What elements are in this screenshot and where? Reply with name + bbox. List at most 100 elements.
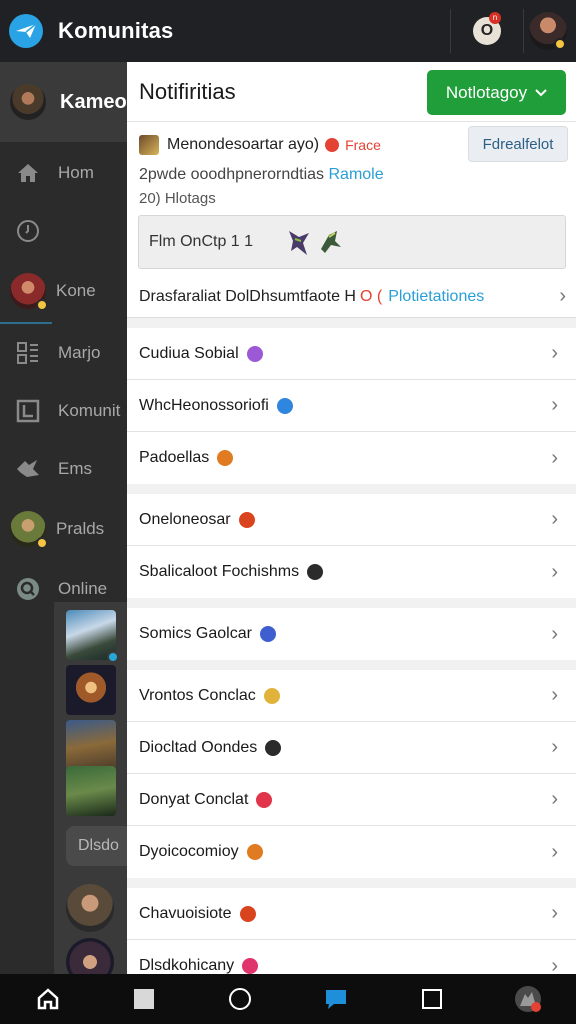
list-item-label: WhcHeonossoriofi xyxy=(139,396,269,414)
profile-icon xyxy=(515,986,541,1012)
avatar xyxy=(10,511,48,549)
sprite-icon xyxy=(321,231,342,253)
sidebar-item-komunitas[interactable]: Komunit xyxy=(0,382,127,440)
page-title: Notifiritias xyxy=(139,78,236,104)
group-section: Oneloneosar › Sbalicaloot Fochishms › xyxy=(127,494,576,598)
list-item[interactable]: Chavuoisiote › xyxy=(127,888,576,940)
thumbnail[interactable] xyxy=(66,766,116,816)
alert-dot-icon xyxy=(325,138,340,152)
sidebar-item-clock[interactable] xyxy=(0,202,127,260)
sidebar-item-ems[interactable]: Ems xyxy=(0,440,127,498)
preview-sprites xyxy=(285,227,343,257)
list-item[interactable]: Vrontos Conclac › xyxy=(127,670,576,722)
grid-icon xyxy=(14,339,42,367)
list-item[interactable]: Donyat Conclat › xyxy=(127,774,576,826)
footer-link[interactable]: Plotietationes xyxy=(388,288,484,306)
list-item[interactable]: WhcHeonossoriofi › xyxy=(127,380,576,432)
community-groups: Cudiua Sobial › WhcHeonossoriofi › Padoellas… xyxy=(127,328,576,974)
sidebar-item-kone[interactable]: Kone xyxy=(0,260,127,322)
footer-text: Drasfaraliat DolDhsumtfaote H xyxy=(139,287,356,305)
user-avatar-button[interactable] xyxy=(524,0,572,62)
status-dot xyxy=(36,537,48,549)
notification-badge: n xyxy=(489,12,501,24)
notification-settings-button[interactable]: Notlotagoy xyxy=(427,70,566,115)
notification-action-button[interactable]: Fdrealfelot xyxy=(468,126,568,162)
search-icon xyxy=(14,575,42,603)
list-item-label: Sbalicaloot Fochishms xyxy=(139,563,300,580)
sidebar-item-label: Pralds xyxy=(56,519,105,538)
list-item[interactable]: Dyoicocomioy › xyxy=(127,826,576,878)
chevron-right-icon: › xyxy=(551,954,558,975)
avatar[interactable] xyxy=(66,884,114,932)
badge-icon xyxy=(217,450,234,466)
notifications-panel: Notifiritias Notlotagoy Menondesoartar a… xyxy=(127,62,576,974)
notification-link[interactable]: Ramole xyxy=(328,166,383,183)
sidebar-profile[interactable]: Kameo xyxy=(0,62,127,142)
chevron-right-icon: › xyxy=(551,788,558,810)
status-dot xyxy=(107,651,119,663)
badge-icon xyxy=(265,739,282,756)
list-item[interactable]: Somics Gaolcar › xyxy=(127,608,576,660)
sidebar-item-label: Marjo xyxy=(58,343,101,362)
list-item[interactable]: Dlsdkohicany › xyxy=(127,940,576,974)
group-section: Cudiua Sobial › WhcHeonossoriofi › Padoellas… xyxy=(127,328,576,484)
notifications-button[interactable]: O n xyxy=(451,0,523,62)
recent-apps-icon xyxy=(422,989,442,1009)
nav-profile-button[interactable] xyxy=(508,979,548,1019)
circle-icon xyxy=(229,988,251,1010)
sidebar-item-home[interactable]: Hom xyxy=(0,144,127,202)
button-label: Notlotagoy xyxy=(445,82,528,102)
status-dot xyxy=(554,38,566,50)
app-logo-icon[interactable] xyxy=(9,14,43,48)
notification-preview[interactable]: Flm OnCtp 1 1 xyxy=(138,215,566,269)
nav-recent-button[interactable] xyxy=(412,979,452,1019)
nav-circle-button[interactable] xyxy=(220,979,260,1019)
notification-card[interactable]: Menondesoartar ayo) Frace Fdrealfelot 2p… xyxy=(127,122,576,318)
list-item-label: Cudiua Sobial xyxy=(139,344,239,362)
status-dot xyxy=(36,299,48,311)
nav-square-button[interactable] xyxy=(124,979,164,1019)
list-item[interactable]: Sbalicaloot Fochishms › xyxy=(127,546,576,598)
sidebar-item-pralds[interactable]: Pralds xyxy=(0,498,127,560)
badge-icon xyxy=(259,626,276,642)
chevron-right-icon: › xyxy=(551,446,558,469)
app-root: Komunitas O n Kameo Hom Kone Marjo Komun… xyxy=(0,0,576,1024)
sidebar: Kameo Hom Kone Marjo Komunit Ems Pralds … xyxy=(0,62,127,986)
thumbnail[interactable] xyxy=(66,610,119,663)
chat-icon xyxy=(326,990,346,1009)
list-item[interactable]: Padoellas › xyxy=(127,432,576,484)
sprite-icon xyxy=(289,231,310,255)
avatar xyxy=(10,273,48,311)
badge-icon xyxy=(246,844,263,860)
sidebar-profile-name: Kameo xyxy=(60,90,127,113)
chevron-right-icon: › xyxy=(551,508,558,530)
list-item-label: Diocltad Oondes xyxy=(139,738,258,756)
list-item-label: Dlsdkohicany xyxy=(139,957,235,974)
list-item[interactable]: Oneloneosar › xyxy=(127,494,576,546)
bird-icon xyxy=(14,455,42,483)
sidebar-chip[interactable]: Dlsdo xyxy=(66,826,127,866)
chevron-right-icon: › xyxy=(551,840,558,863)
home-icon xyxy=(37,988,59,1010)
list-item[interactable]: Cudiua Sobial › xyxy=(127,328,576,380)
badge-icon xyxy=(246,345,263,362)
avatar xyxy=(10,84,46,120)
nav-home-button[interactable] xyxy=(28,979,68,1019)
notification-meta: 20) Hlotags xyxy=(139,190,216,207)
sidebar-item-marjo[interactable]: Marjo xyxy=(0,324,127,382)
app-title: Komunitas xyxy=(58,18,174,43)
notification-body-text: 2pwde ooodhpnerorndtias xyxy=(139,166,325,183)
notification-footer[interactable]: Drasfaraliat DolDhsumtfaote H O ( Plotie… xyxy=(139,285,566,308)
list-item-label: Oneloneosar xyxy=(139,510,231,528)
board-icon xyxy=(14,397,42,425)
home-icon xyxy=(14,159,42,187)
nav-chat-button[interactable] xyxy=(316,979,356,1019)
badge-icon xyxy=(238,511,255,528)
sidebar-item-label: Kone xyxy=(56,281,96,300)
group-section: Vrontos Conclac › Diocltad Oondes › Donyat C… xyxy=(127,670,576,878)
thumbnail[interactable] xyxy=(66,665,116,715)
list-item-label: Donyat Conclat xyxy=(139,790,249,808)
badge-icon xyxy=(276,397,293,414)
list-item[interactable]: Diocltad Oondes › xyxy=(127,722,576,774)
thumbnail[interactable] xyxy=(66,720,116,770)
